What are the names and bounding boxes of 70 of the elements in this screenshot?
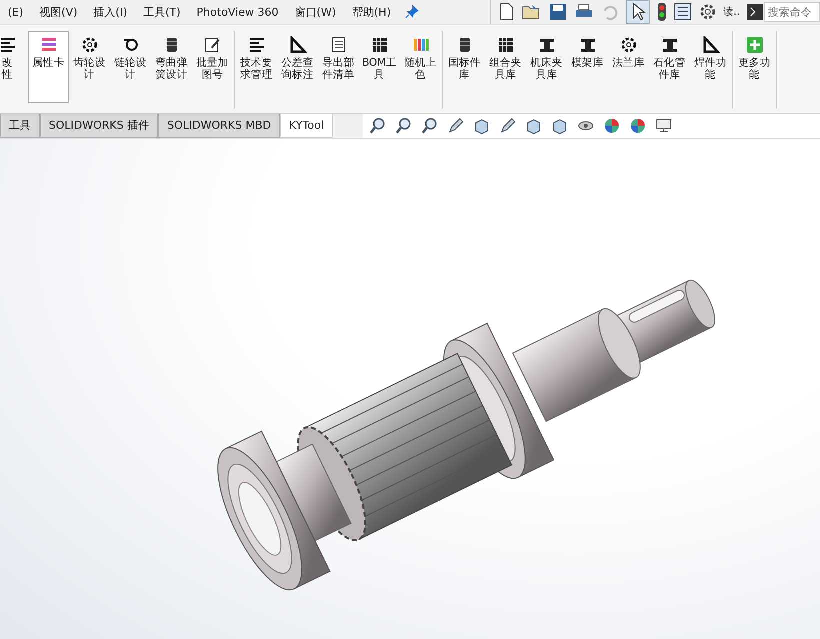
toolbar-label[interactable]: 读.. bbox=[724, 5, 740, 19]
color-bars-icon bbox=[412, 36, 430, 54]
save-icon[interactable] bbox=[548, 3, 567, 21]
menu-item[interactable]: (E) bbox=[0, 6, 32, 18]
ribbon-button[interactable]: 石化管 件库 bbox=[649, 31, 690, 103]
open-folder-icon[interactable] bbox=[522, 3, 542, 21]
grid-icon bbox=[370, 36, 388, 54]
ribbon-tab[interactable]: SOLIDWORKS MBD bbox=[158, 114, 280, 138]
triangle-icon bbox=[702, 36, 720, 54]
ribbon-tab[interactable]: 工具 bbox=[0, 114, 40, 138]
pointer-icon[interactable] bbox=[626, 0, 650, 24]
pencil-icon[interactable] bbox=[499, 117, 518, 135]
pin-icon[interactable] bbox=[405, 5, 420, 19]
menu-item[interactable]: 帮助(H) bbox=[344, 4, 400, 20]
clamp-icon bbox=[578, 36, 596, 54]
cube-icon[interactable] bbox=[525, 117, 544, 135]
cube-icon[interactable] bbox=[473, 117, 492, 135]
ribbon-button[interactable]: 批量加 图号 bbox=[192, 31, 233, 103]
menu-item[interactable]: PhotoView 360 bbox=[188, 6, 287, 18]
plus-icon bbox=[746, 36, 764, 54]
ribbon-button[interactable]: BOM工 具 bbox=[359, 31, 400, 103]
menu-item[interactable]: 视图(V) bbox=[32, 4, 86, 20]
ribbon-button[interactable]: 链轮设 计 bbox=[110, 31, 151, 103]
clamp-icon bbox=[660, 36, 678, 54]
ribbon-button[interactable]: 模架库 bbox=[567, 31, 608, 103]
ribbon-button[interactable]: 焊件功 能 bbox=[690, 31, 731, 103]
triangle-icon bbox=[288, 36, 306, 54]
ribbon-button[interactable]: 弯曲弹 簧设计 bbox=[151, 31, 192, 103]
gear-icon bbox=[620, 36, 638, 54]
ribbon-button[interactable]: 公差查 询标注 bbox=[277, 31, 318, 103]
gear-icon bbox=[80, 36, 98, 54]
document-icon bbox=[330, 36, 348, 54]
ribbon-button[interactable]: 机床夹 具库 bbox=[526, 31, 567, 103]
clamp-icon bbox=[538, 36, 556, 54]
zoom-icon[interactable] bbox=[369, 117, 388, 135]
ribbon-button[interactable]: 组合夹 具库 bbox=[485, 31, 526, 103]
sphere-icon[interactable] bbox=[629, 117, 648, 135]
list-icon[interactable] bbox=[674, 3, 692, 21]
pencil-icon[interactable] bbox=[447, 117, 466, 135]
lines-icon bbox=[0, 36, 16, 54]
ribbon-tab[interactable]: KYTool bbox=[280, 114, 334, 138]
list-icon bbox=[40, 36, 58, 54]
ribbon-button[interactable]: 更多功 能 bbox=[734, 31, 775, 103]
ribbon-button[interactable]: 技术要 求管理 bbox=[236, 31, 277, 103]
ribbon-button[interactable]: 随机上 色 bbox=[400, 31, 441, 103]
terminal-icon[interactable] bbox=[747, 4, 763, 20]
grid-icon bbox=[496, 36, 514, 54]
cube-icon[interactable] bbox=[551, 117, 570, 135]
monitor-icon[interactable] bbox=[655, 117, 674, 135]
ribbon-tab[interactable]: SOLIDWORKS 插件 bbox=[40, 114, 158, 138]
new-file-icon[interactable] bbox=[498, 3, 515, 21]
ribbon-button[interactable]: 齿轮设 计 bbox=[69, 31, 110, 103]
zoom-icon[interactable] bbox=[395, 117, 414, 135]
ribbon-button[interactable]: 国标件 库 bbox=[444, 31, 485, 103]
menu-item[interactable]: 窗口(W) bbox=[286, 4, 344, 20]
sphere-icon[interactable] bbox=[603, 117, 622, 135]
settings-icon[interactable] bbox=[698, 3, 717, 21]
traffic-light-icon[interactable] bbox=[656, 2, 667, 22]
pencil-icon bbox=[204, 36, 222, 54]
ribbon-button[interactable]: 法兰库 bbox=[608, 31, 649, 103]
ribbon-button[interactable]: 属性卡 bbox=[28, 31, 69, 103]
ribbon-button[interactable]: 改 性 bbox=[0, 31, 28, 103]
ring-icon bbox=[122, 36, 140, 54]
zoom-icon[interactable] bbox=[421, 117, 440, 135]
menu-item[interactable]: 工具(T) bbox=[135, 4, 189, 20]
model-viewport[interactable] bbox=[0, 139, 820, 639]
lines-icon bbox=[248, 36, 266, 54]
ribbon-button[interactable]: 导出部 件清单 bbox=[318, 31, 359, 103]
search-field[interactable]: 搜索命令 bbox=[764, 2, 820, 22]
menu-item[interactable]: 插入(I) bbox=[86, 4, 136, 20]
